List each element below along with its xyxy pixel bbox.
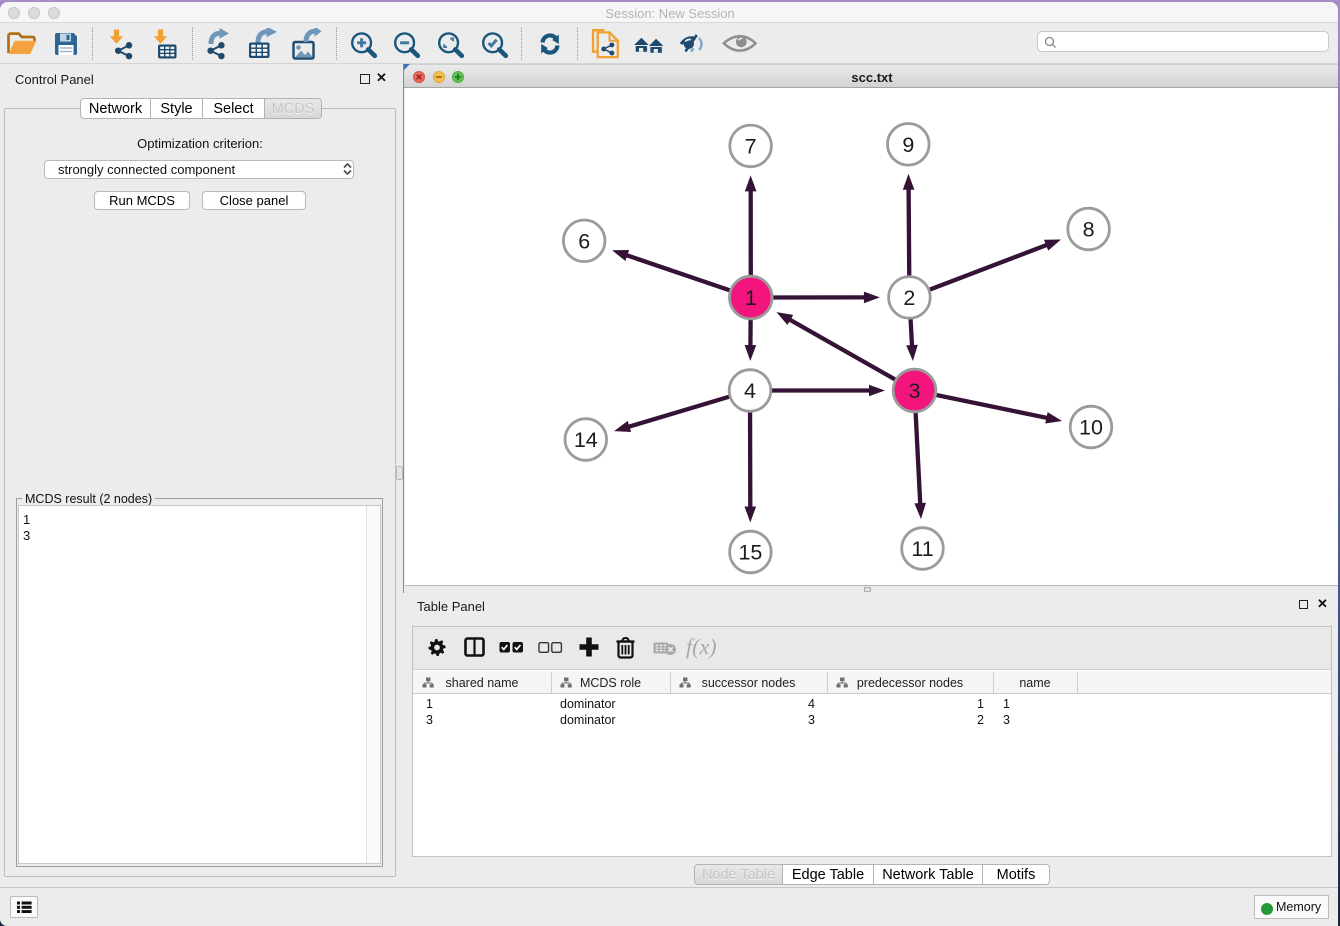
svg-text:10: 10 (1079, 416, 1103, 440)
svg-text:7: 7 (745, 134, 757, 158)
svg-text:15: 15 (738, 541, 762, 565)
svg-text:2: 2 (903, 286, 915, 310)
svg-text:4: 4 (744, 379, 756, 403)
svg-text:6: 6 (578, 229, 590, 253)
svg-text:1: 1 (745, 286, 757, 310)
svg-text:8: 8 (1083, 218, 1095, 242)
svg-text:11: 11 (911, 537, 933, 561)
svg-text:3: 3 (909, 379, 921, 403)
svg-text:14: 14 (574, 428, 598, 452)
svg-text:9: 9 (902, 133, 914, 157)
